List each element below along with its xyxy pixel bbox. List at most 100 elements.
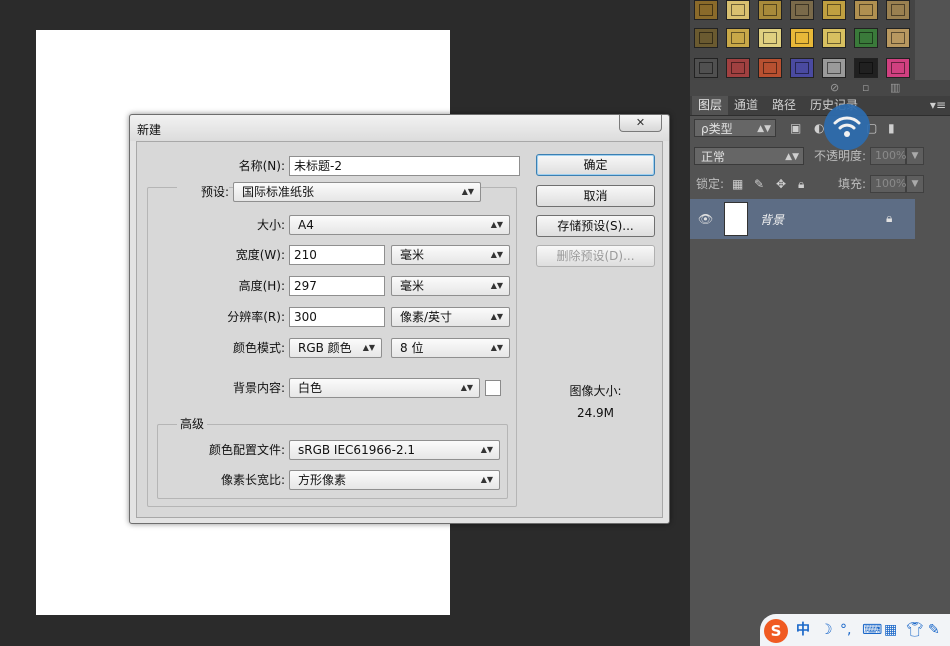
lock-transparent-icon[interactable]: ▦ [732, 178, 744, 190]
style-swatch[interactable] [790, 28, 814, 48]
layer-thumbnail [724, 202, 748, 236]
resolution-unit-select[interactable]: 像素/英寸 ▲▼ [391, 307, 510, 327]
pixel-aspect-label: 像素长宽比: [220, 473, 285, 487]
new-document-dialog: 新建 ✕ 名称(N): 未标题-2 预设: 国际标准纸张 ▲▼ 大小: A4 ▲▼ … [129, 114, 670, 524]
lock-all-icon[interactable]: 🔒︎ [798, 178, 810, 190]
background-color-swatch[interactable] [485, 380, 501, 396]
filter-smart-icon[interactable]: ▮ [888, 122, 900, 134]
style-swatch[interactable] [726, 28, 750, 48]
pixel-aspect-select[interactable]: 方形像素 ▲▼ [289, 470, 500, 490]
style-swatch[interactable] [854, 28, 878, 48]
delete-style-icon[interactable]: ▥ [890, 82, 900, 94]
width-unit-select[interactable]: 毫米 ▲▼ [391, 245, 510, 265]
cancel-button[interactable]: 取消 [536, 185, 655, 207]
layer-row-background[interactable]: 👁︎ 背景 🔒︎ [690, 199, 915, 239]
lock-image-icon[interactable]: ✎ [754, 178, 766, 190]
style-swatch[interactable] [822, 28, 846, 48]
height-label: 高度(H): [238, 279, 285, 293]
style-swatch[interactable] [726, 0, 750, 20]
panel-menu-icon[interactable]: ▾≡ [930, 96, 946, 115]
blend-mode-select[interactable]: 正常 ▲▼ [694, 147, 804, 165]
style-swatch[interactable] [726, 58, 750, 78]
dialog-client: 名称(N): 未标题-2 预设: 国际标准纸张 ▲▼ 大小: A4 ▲▼ 宽度(W)… [136, 141, 663, 518]
eye-icon[interactable]: 👁︎ [698, 212, 713, 226]
style-swatch[interactable] [694, 58, 718, 78]
right-panel: ⊘ ▫ ▥ 图层 通道 路径 历史记录 ▾≡ ρ类型 ▲▼ ▣ ◐ ▢ ▮ 正常 ▲… [690, 0, 950, 646]
save-preset-button[interactable]: 存储预设(S)... [536, 215, 655, 237]
delete-preset-button[interactable]: 删除预设(D)... [536, 245, 655, 267]
background-label: 背景内容: [232, 381, 285, 395]
grid-icon[interactable]: ▦ [884, 622, 897, 638]
height-input[interactable]: 297 [289, 276, 385, 296]
color-mode-select[interactable]: RGB 颜色 ▲▼ [289, 338, 382, 358]
style-swatch[interactable] [758, 28, 782, 48]
preset-select[interactable]: 国际标准纸张 ▲▼ [233, 182, 481, 202]
clear-style-icon[interactable]: ⊘ [830, 82, 839, 94]
advanced-legend: 高级 [177, 417, 208, 431]
style-swatch[interactable] [758, 58, 782, 78]
style-swatch[interactable] [694, 28, 718, 48]
preset-label: 预设: [177, 182, 229, 202]
name-label: 名称(N): [238, 159, 285, 173]
moon-icon[interactable]: ☽ [820, 622, 833, 638]
layers-tabbar: 图层 通道 路径 历史记录 ▾≡ [690, 96, 950, 116]
style-swatch[interactable] [854, 0, 878, 20]
close-button[interactable]: ✕ [619, 115, 662, 132]
lock-icon: 🔒︎ [886, 211, 893, 225]
resolution-input[interactable]: 300 [289, 307, 385, 327]
new-style-icon[interactable]: ▫ [862, 82, 869, 94]
punctuation-icon[interactable]: °, [840, 622, 851, 638]
style-swatch[interactable] [822, 58, 846, 78]
bit-depth-select[interactable]: 8 位 ▲▼ [391, 338, 510, 358]
opacity-label: 不透明度: [814, 149, 867, 163]
color-profile-label: 颜色配置文件: [208, 443, 285, 457]
color-profile-select[interactable]: sRGB IEC61966-2.1 ▲▼ [289, 440, 500, 460]
skin-icon[interactable]: 👕︎ [906, 622, 924, 638]
style-swatch[interactable] [886, 0, 910, 20]
ime-toolbar: S 中 ☽ °, ⌨ ▦ 👕︎ ✎ [760, 614, 950, 646]
style-swatch[interactable] [886, 58, 910, 78]
lock-position-icon[interactable]: ✥ [776, 178, 788, 190]
tools-icon[interactable]: ✎ [928, 622, 940, 638]
sogou-logo-icon[interactable]: S [764, 619, 788, 643]
image-size-value: 24.9M [576, 406, 615, 420]
filter-pixel-icon[interactable]: ▣ [790, 122, 802, 134]
keyboard-icon[interactable]: ⌨ [862, 622, 882, 638]
swatches-footer: ⊘ ▫ ▥ [690, 80, 950, 96]
fill-label: 填充: [838, 177, 867, 191]
tab-channels[interactable]: 通道 [728, 96, 764, 115]
style-swatch[interactable] [790, 0, 814, 20]
size-label: 大小: [256, 218, 285, 232]
name-input[interactable]: 未标题-2 [289, 156, 520, 176]
style-swatches [690, 0, 915, 80]
style-swatch[interactable] [886, 28, 910, 48]
layer-filter-select[interactable]: ρ类型 ▲▼ [694, 119, 776, 137]
layer-name: 背景 [760, 213, 785, 227]
ime-mode-toggle[interactable]: 中 [796, 622, 810, 638]
opacity-dropdown-button[interactable]: ▼ [906, 147, 924, 165]
height-unit-select[interactable]: 毫米 ▲▼ [391, 276, 510, 296]
close-icon: ✕ [635, 116, 646, 129]
width-input[interactable]: 210 [289, 245, 385, 265]
lock-label: 锁定: [696, 177, 725, 191]
style-swatch[interactable] [822, 0, 846, 20]
tab-layers[interactable]: 图层 [692, 96, 729, 115]
style-swatch[interactable] [790, 58, 814, 78]
wifi-icon[interactable] [824, 104, 870, 150]
fill-dropdown-button[interactable]: ▼ [906, 175, 924, 193]
style-swatch[interactable] [854, 58, 878, 78]
ok-button[interactable]: 确定 [536, 154, 655, 176]
resolution-label: 分辨率(R): [227, 310, 285, 324]
width-label: 宽度(W): [235, 248, 285, 262]
opacity-input[interactable]: 100% [870, 147, 906, 165]
image-size-label: 图像大小: [569, 384, 622, 398]
fill-input[interactable]: 100% [870, 175, 906, 193]
style-swatch[interactable] [694, 0, 718, 20]
size-select[interactable]: A4 ▲▼ [289, 215, 510, 235]
dialog-titlebar: 新建 ✕ [130, 115, 669, 141]
tab-paths[interactable]: 路径 [766, 96, 802, 115]
background-select[interactable]: 白色 ▲▼ [289, 378, 480, 398]
style-swatch[interactable] [758, 0, 782, 20]
dialog-title: 新建 [137, 123, 162, 137]
color-mode-label: 颜色模式: [232, 341, 285, 355]
